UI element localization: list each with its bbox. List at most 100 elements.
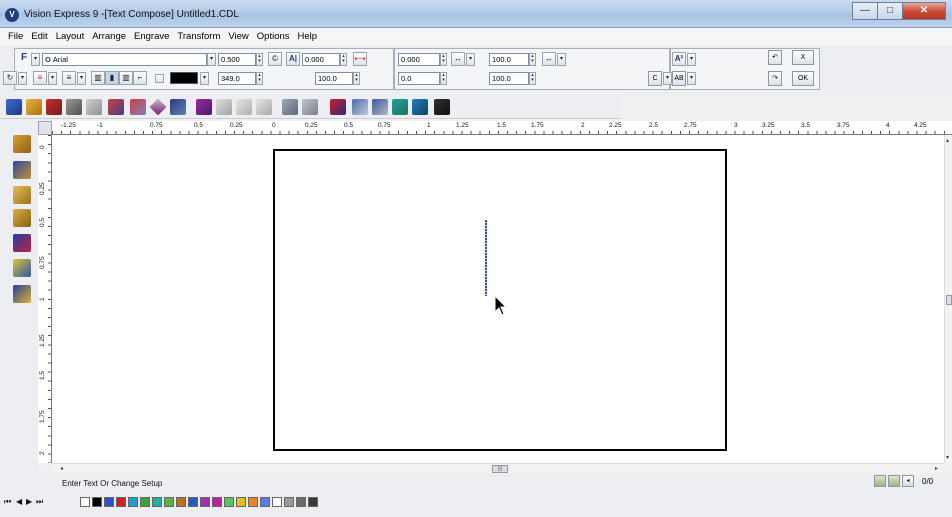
h-scale-dropdown[interactable]: ▾ (557, 53, 566, 66)
pencil-icon[interactable] (13, 259, 31, 277)
palette-swatch[interactable] (140, 497, 150, 507)
grid-icon[interactable] (282, 99, 298, 115)
palette-swatch[interactable] (152, 497, 162, 507)
menu-options[interactable]: Options (253, 28, 294, 45)
palette-swatch[interactable] (236, 497, 246, 507)
palette-swatch[interactable] (200, 497, 210, 507)
rotate-dropdown[interactable]: ▾ (18, 72, 27, 85)
text-tool-icon[interactable] (13, 186, 31, 204)
ok-button[interactable]: OK (792, 71, 814, 86)
superscript-icon[interactable]: A² (672, 52, 686, 66)
palette-swatch[interactable] (224, 497, 234, 507)
drawing-canvas[interactable] (52, 135, 944, 463)
palette-swatch[interactable] (164, 497, 174, 507)
palette-first-icon[interactable]: ⏮ (4, 497, 11, 507)
h-arrow-icon[interactable]: ↔ (451, 52, 465, 66)
scroll-right-icon[interactable]: ▸ (935, 465, 938, 472)
menu-help[interactable]: Help (294, 28, 322, 45)
copyright-icon[interactable]: © (268, 52, 282, 66)
node-edit-icon[interactable] (352, 99, 368, 115)
minimize-icon[interactable]: — (852, 2, 878, 20)
spacing-spinner[interactable]: ▴ ▾ (340, 53, 347, 66)
scroll-up-icon[interactable]: ▴ (946, 137, 949, 144)
v-scale-spinner[interactable]: ▴ ▾ (529, 72, 536, 85)
v-scale-field[interactable]: 100.0 (489, 72, 529, 85)
pointer-icon[interactable] (13, 135, 31, 153)
align-left-dropdown[interactable]: ▾ (48, 72, 57, 85)
size-spinner[interactable]: ▴ ▾ (256, 53, 263, 66)
menu-file[interactable]: File (4, 28, 27, 45)
menu-arrange[interactable]: Arrange (88, 28, 130, 45)
angle-spinner[interactable]: ▴ ▾ (256, 72, 263, 85)
node-add-icon[interactable] (372, 99, 388, 115)
menu-engrave[interactable]: Engrave (130, 28, 173, 45)
palette-swatch[interactable] (260, 497, 270, 507)
h-arrow-dropdown[interactable]: ▾ (466, 53, 475, 66)
undo-button[interactable]: ↶ (768, 50, 782, 65)
line-tool-icon[interactable]: ⌐ (133, 71, 147, 85)
menu-edit[interactable]: Edit (27, 28, 51, 45)
palette-swatch[interactable] (128, 497, 138, 507)
h-scale-icon[interactable]: ↔ (542, 52, 556, 66)
page-view-icon[interactable] (874, 475, 886, 487)
font-type-dropdown[interactable]: ▾ (31, 53, 40, 66)
open-icon[interactable] (6, 99, 22, 115)
palette-swatch[interactable] (212, 497, 222, 507)
horizontal-scroll-thumb[interactable]: ||| (492, 465, 508, 473)
undo-icon[interactable] (130, 99, 146, 115)
node-tool-icon[interactable] (13, 161, 31, 179)
x-offset-field[interactable]: 0.000 (398, 53, 440, 66)
c-button[interactable]: C (648, 71, 662, 86)
palette-swatch[interactable] (284, 497, 294, 507)
menu-view[interactable]: View (224, 28, 252, 45)
superscript-dropdown[interactable]: ▾ (687, 53, 696, 66)
star-outline-icon[interactable] (236, 99, 252, 115)
grid2-icon[interactable] (302, 99, 318, 115)
palette-swatch[interactable] (272, 497, 282, 507)
palette-swatch[interactable] (308, 497, 318, 507)
palette-prev-icon[interactable]: ◀ (16, 497, 22, 506)
cancel-button[interactable]: X (792, 50, 814, 65)
size-field[interactable]: 0.500 (218, 53, 256, 66)
mirror-icon[interactable] (256, 99, 272, 115)
palette-swatch[interactable] (80, 497, 90, 507)
vertical-scrollbar[interactable]: ▴ ▾ (944, 135, 952, 463)
palette-swatch[interactable] (296, 497, 306, 507)
scroll-left-icon[interactable]: ◂ (60, 465, 63, 472)
palette-last-icon[interactable]: ⏭ (36, 497, 43, 507)
horizontal-scrollbar[interactable]: ◂ ||| ▸ (52, 463, 944, 473)
angle-field[interactable]: 349.0 (218, 72, 256, 85)
font-name-field[interactable]: O Arial (42, 53, 207, 66)
ab-dropdown[interactable]: ▾ (687, 72, 696, 85)
diamond-icon[interactable] (149, 98, 167, 116)
print-icon[interactable] (86, 99, 102, 115)
fill-checkbox[interactable] (155, 74, 164, 83)
bend-icon[interactable] (392, 99, 408, 115)
vertical-scroll-thumb[interactable] (946, 295, 952, 305)
color-dropdown[interactable]: ▾ (200, 72, 209, 85)
h-scale-field[interactable]: 100.0 (489, 53, 529, 66)
pen-icon[interactable] (26, 99, 42, 115)
shape-tool-icon[interactable] (13, 234, 31, 252)
palette-swatch[interactable] (116, 497, 126, 507)
align-left-icon[interactable]: ≡ (33, 71, 47, 85)
page-view2-icon[interactable] (888, 475, 900, 487)
layers-icon[interactable] (108, 99, 124, 115)
node-icon[interactable] (46, 99, 62, 115)
x-offset-spinner[interactable]: ▴ ▾ (440, 53, 447, 66)
font-name-dropdown[interactable]: ▾ (207, 53, 216, 66)
ab-button[interactable]: AB (672, 71, 686, 86)
y-offset-spinner[interactable]: ▴ ▾ (440, 72, 447, 85)
width-percent-spinner[interactable]: ▴ ▾ (353, 72, 360, 85)
align-center-dropdown[interactable]: ▾ (77, 72, 86, 85)
width-icon[interactable]: ⟷ (353, 52, 367, 66)
monitor-icon[interactable] (412, 99, 428, 115)
maximize-icon[interactable]: □ (877, 2, 903, 20)
y-offset-field[interactable]: 0.0 (398, 72, 440, 85)
zoom-tool-icon[interactable] (13, 209, 31, 227)
align-center-icon[interactable]: ≡ (62, 71, 76, 85)
palette-swatch[interactable] (92, 497, 102, 507)
star-icon[interactable] (216, 99, 232, 115)
palette-swatch[interactable] (188, 497, 198, 507)
palette-next-icon[interactable]: ▶ (26, 497, 32, 506)
